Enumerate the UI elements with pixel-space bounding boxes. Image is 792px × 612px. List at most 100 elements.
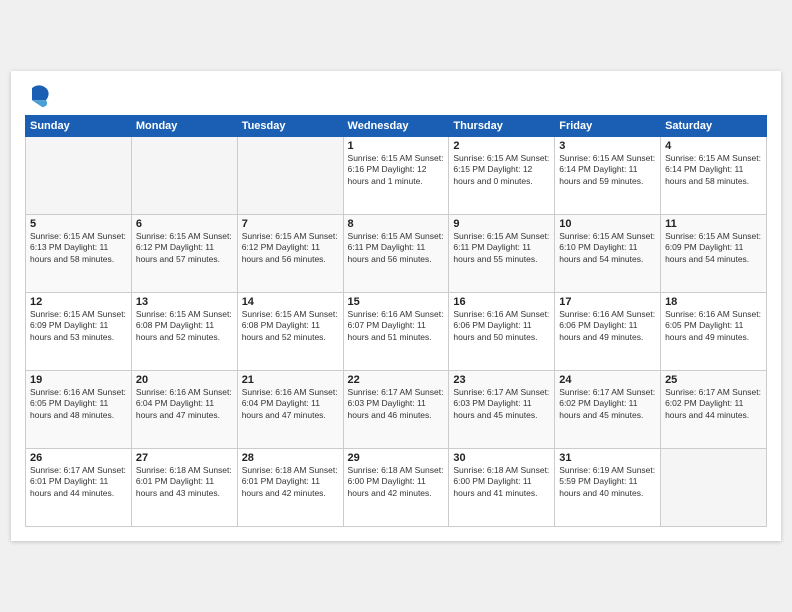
- day-info: Sunrise: 6:15 AM Sunset: 6:14 PM Dayligh…: [665, 153, 762, 187]
- calendar-cell: 23Sunrise: 6:17 AM Sunset: 6:03 PM Dayli…: [449, 371, 555, 449]
- calendar-cell: 20Sunrise: 6:16 AM Sunset: 6:04 PM Dayli…: [131, 371, 237, 449]
- day-info: Sunrise: 6:15 AM Sunset: 6:16 PM Dayligh…: [348, 153, 445, 187]
- day-info: Sunrise: 6:19 AM Sunset: 5:59 PM Dayligh…: [559, 465, 656, 499]
- day-number: 23: [453, 374, 550, 386]
- calendar-cell: 4Sunrise: 6:15 AM Sunset: 6:14 PM Daylig…: [661, 137, 767, 215]
- day-info: Sunrise: 6:18 AM Sunset: 6:00 PM Dayligh…: [348, 465, 445, 499]
- day-number: 22: [348, 374, 445, 386]
- day-info: Sunrise: 6:15 AM Sunset: 6:11 PM Dayligh…: [453, 231, 550, 265]
- day-number: 2: [453, 140, 550, 152]
- weekday-header: Saturday: [661, 116, 767, 137]
- calendar-cell: 16Sunrise: 6:16 AM Sunset: 6:06 PM Dayli…: [449, 293, 555, 371]
- calendar-cell: [131, 137, 237, 215]
- calendar-cell: 19Sunrise: 6:16 AM Sunset: 6:05 PM Dayli…: [26, 371, 132, 449]
- calendar-cell: 8Sunrise: 6:15 AM Sunset: 6:11 PM Daylig…: [343, 215, 449, 293]
- day-number: 4: [665, 140, 762, 152]
- calendar-cell: 3Sunrise: 6:15 AM Sunset: 6:14 PM Daylig…: [555, 137, 661, 215]
- day-number: 15: [348, 296, 445, 308]
- day-info: Sunrise: 6:16 AM Sunset: 6:06 PM Dayligh…: [453, 309, 550, 343]
- day-info: Sunrise: 6:16 AM Sunset: 6:05 PM Dayligh…: [665, 309, 762, 343]
- header: [25, 81, 767, 109]
- weekday-header: Friday: [555, 116, 661, 137]
- calendar-week-row: 5Sunrise: 6:15 AM Sunset: 6:13 PM Daylig…: [26, 215, 767, 293]
- calendar-cell: 27Sunrise: 6:18 AM Sunset: 6:01 PM Dayli…: [131, 449, 237, 527]
- day-number: 3: [559, 140, 656, 152]
- day-info: Sunrise: 6:15 AM Sunset: 6:09 PM Dayligh…: [30, 309, 127, 343]
- calendar-cell: 5Sunrise: 6:15 AM Sunset: 6:13 PM Daylig…: [26, 215, 132, 293]
- day-number: 19: [30, 374, 127, 386]
- day-info: Sunrise: 6:18 AM Sunset: 6:01 PM Dayligh…: [242, 465, 339, 499]
- day-info: Sunrise: 6:16 AM Sunset: 6:07 PM Dayligh…: [348, 309, 445, 343]
- day-number: 16: [453, 296, 550, 308]
- day-info: Sunrise: 6:15 AM Sunset: 6:08 PM Dayligh…: [136, 309, 233, 343]
- day-number: 21: [242, 374, 339, 386]
- weekday-header: Sunday: [26, 116, 132, 137]
- day-number: 13: [136, 296, 233, 308]
- weekday-header-row: SundayMondayTuesdayWednesdayThursdayFrid…: [26, 116, 767, 137]
- calendar-week-row: 26Sunrise: 6:17 AM Sunset: 6:01 PM Dayli…: [26, 449, 767, 527]
- calendar-cell: 30Sunrise: 6:18 AM Sunset: 6:00 PM Dayli…: [449, 449, 555, 527]
- day-info: Sunrise: 6:15 AM Sunset: 6:12 PM Dayligh…: [242, 231, 339, 265]
- calendar-cell: 1Sunrise: 6:15 AM Sunset: 6:16 PM Daylig…: [343, 137, 449, 215]
- calendar-cell: 26Sunrise: 6:17 AM Sunset: 6:01 PM Dayli…: [26, 449, 132, 527]
- calendar-cell: 7Sunrise: 6:15 AM Sunset: 6:12 PM Daylig…: [237, 215, 343, 293]
- calendar-cell: 13Sunrise: 6:15 AM Sunset: 6:08 PM Dayli…: [131, 293, 237, 371]
- day-info: Sunrise: 6:15 AM Sunset: 6:14 PM Dayligh…: [559, 153, 656, 187]
- day-number: 11: [665, 218, 762, 230]
- calendar-cell: [237, 137, 343, 215]
- calendar-week-row: 1Sunrise: 6:15 AM Sunset: 6:16 PM Daylig…: [26, 137, 767, 215]
- day-info: Sunrise: 6:15 AM Sunset: 6:11 PM Dayligh…: [348, 231, 445, 265]
- day-number: 20: [136, 374, 233, 386]
- calendar-cell: 24Sunrise: 6:17 AM Sunset: 6:02 PM Dayli…: [555, 371, 661, 449]
- day-number: 1: [348, 140, 445, 152]
- day-number: 5: [30, 218, 127, 230]
- day-info: Sunrise: 6:18 AM Sunset: 6:01 PM Dayligh…: [136, 465, 233, 499]
- day-number: 27: [136, 452, 233, 464]
- day-number: 25: [665, 374, 762, 386]
- day-info: Sunrise: 6:17 AM Sunset: 6:03 PM Dayligh…: [348, 387, 445, 421]
- day-info: Sunrise: 6:15 AM Sunset: 6:13 PM Dayligh…: [30, 231, 127, 265]
- calendar-cell: [661, 449, 767, 527]
- calendar-cell: 22Sunrise: 6:17 AM Sunset: 6:03 PM Dayli…: [343, 371, 449, 449]
- calendar-cell: 25Sunrise: 6:17 AM Sunset: 6:02 PM Dayli…: [661, 371, 767, 449]
- day-number: 24: [559, 374, 656, 386]
- day-number: 9: [453, 218, 550, 230]
- day-number: 30: [453, 452, 550, 464]
- day-number: 6: [136, 218, 233, 230]
- calendar-table: SundayMondayTuesdayWednesdayThursdayFrid…: [25, 115, 767, 527]
- calendar-cell: 6Sunrise: 6:15 AM Sunset: 6:12 PM Daylig…: [131, 215, 237, 293]
- day-info: Sunrise: 6:15 AM Sunset: 6:12 PM Dayligh…: [136, 231, 233, 265]
- calendar-cell: 12Sunrise: 6:15 AM Sunset: 6:09 PM Dayli…: [26, 293, 132, 371]
- day-number: 28: [242, 452, 339, 464]
- calendar-cell: 2Sunrise: 6:15 AM Sunset: 6:15 PM Daylig…: [449, 137, 555, 215]
- day-number: 12: [30, 296, 127, 308]
- calendar-cell: 9Sunrise: 6:15 AM Sunset: 6:11 PM Daylig…: [449, 215, 555, 293]
- logo-icon: [25, 81, 53, 109]
- day-info: Sunrise: 6:18 AM Sunset: 6:00 PM Dayligh…: [453, 465, 550, 499]
- calendar-cell: 11Sunrise: 6:15 AM Sunset: 6:09 PM Dayli…: [661, 215, 767, 293]
- calendar-cell: 31Sunrise: 6:19 AM Sunset: 5:59 PM Dayli…: [555, 449, 661, 527]
- day-info: Sunrise: 6:15 AM Sunset: 6:15 PM Dayligh…: [453, 153, 550, 187]
- calendar-cell: 21Sunrise: 6:16 AM Sunset: 6:04 PM Dayli…: [237, 371, 343, 449]
- calendar-cell: 29Sunrise: 6:18 AM Sunset: 6:00 PM Dayli…: [343, 449, 449, 527]
- day-info: Sunrise: 6:15 AM Sunset: 6:09 PM Dayligh…: [665, 231, 762, 265]
- day-number: 7: [242, 218, 339, 230]
- day-info: Sunrise: 6:16 AM Sunset: 6:05 PM Dayligh…: [30, 387, 127, 421]
- day-info: Sunrise: 6:16 AM Sunset: 6:04 PM Dayligh…: [242, 387, 339, 421]
- day-number: 17: [559, 296, 656, 308]
- day-number: 26: [30, 452, 127, 464]
- calendar-cell: 10Sunrise: 6:15 AM Sunset: 6:10 PM Dayli…: [555, 215, 661, 293]
- calendar-cell: 17Sunrise: 6:16 AM Sunset: 6:06 PM Dayli…: [555, 293, 661, 371]
- day-info: Sunrise: 6:17 AM Sunset: 6:02 PM Dayligh…: [665, 387, 762, 421]
- calendar-cell: 15Sunrise: 6:16 AM Sunset: 6:07 PM Dayli…: [343, 293, 449, 371]
- calendar-cell: [26, 137, 132, 215]
- calendar-cell: 28Sunrise: 6:18 AM Sunset: 6:01 PM Dayli…: [237, 449, 343, 527]
- calendar-container: SundayMondayTuesdayWednesdayThursdayFrid…: [11, 71, 781, 541]
- weekday-header: Monday: [131, 116, 237, 137]
- day-number: 8: [348, 218, 445, 230]
- calendar-week-row: 19Sunrise: 6:16 AM Sunset: 6:05 PM Dayli…: [26, 371, 767, 449]
- day-number: 18: [665, 296, 762, 308]
- day-info: Sunrise: 6:15 AM Sunset: 6:10 PM Dayligh…: [559, 231, 656, 265]
- logo: [25, 81, 57, 109]
- day-info: Sunrise: 6:15 AM Sunset: 6:08 PM Dayligh…: [242, 309, 339, 343]
